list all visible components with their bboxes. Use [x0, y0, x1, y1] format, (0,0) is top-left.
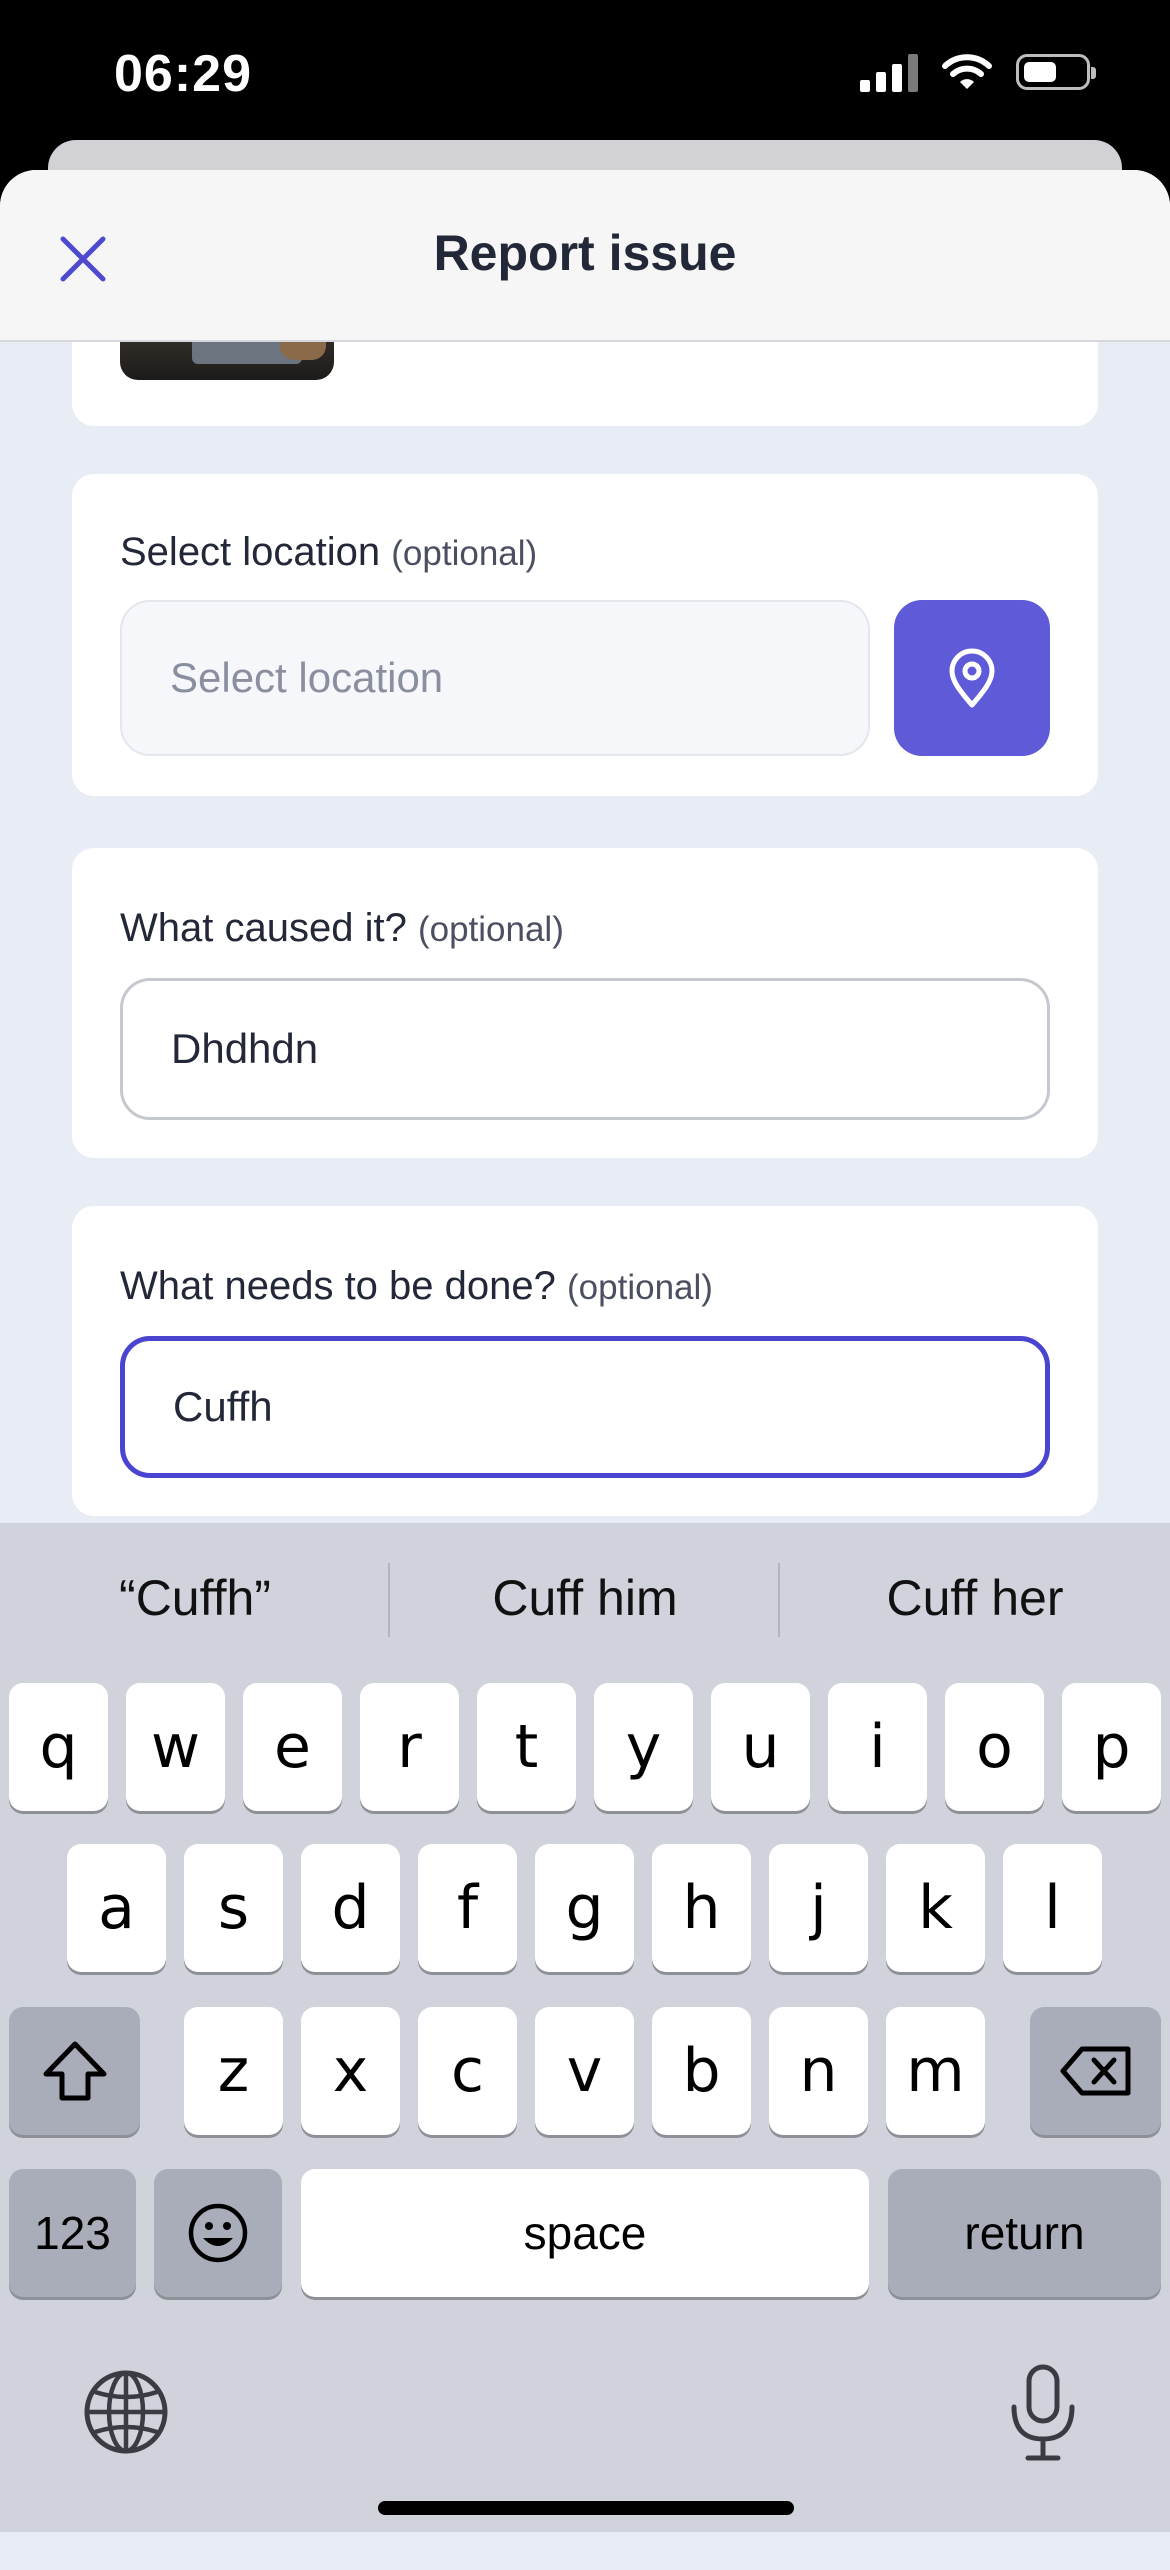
key-x[interactable]: x — [301, 2007, 400, 2135]
key-r[interactable]: r — [360, 1683, 459, 1811]
location-select[interactable]: Select location — [120, 600, 870, 756]
key-b[interactable]: b — [652, 2007, 751, 2135]
pick-location-button[interactable] — [894, 600, 1050, 756]
todo-field[interactable]: Cuffh — [120, 1336, 1050, 1478]
cellular-signal-icon — [860, 52, 918, 92]
key-k[interactable]: k — [886, 1844, 985, 1972]
key-a[interactable]: a — [67, 1844, 166, 1972]
return-key[interactable]: return — [888, 2169, 1161, 2297]
key-s[interactable]: s — [184, 1844, 283, 1972]
globe-icon[interactable] — [82, 2368, 170, 2456]
shift-key[interactable] — [9, 2007, 140, 2135]
suggestion-item[interactable]: Cuff her — [780, 1569, 1170, 1627]
todo-value: Cuffh — [173, 1383, 273, 1430]
status-time: 06:29 — [114, 45, 252, 103]
optional-hint: (optional) — [417, 910, 564, 949]
page-title: Report issue — [433, 225, 737, 281]
optional-hint: (optional) — [567, 1268, 713, 1307]
map-pin-icon — [949, 648, 995, 708]
key-h[interactable]: h — [652, 1844, 751, 1972]
key-j[interactable]: j — [769, 1844, 868, 1972]
key-p[interactable]: p — [1062, 1683, 1161, 1811]
suggestion-item[interactable]: Cuff him — [390, 1569, 780, 1627]
cause-card: What caused it? (optional) Dhdhdn — [72, 848, 1098, 1158]
optional-hint: (optional) — [391, 534, 538, 573]
microphone-icon[interactable] — [1006, 2363, 1080, 2463]
numbers-key[interactable]: 123 — [9, 2169, 136, 2297]
key-c[interactable]: c — [418, 2007, 517, 2135]
cause-field[interactable]: Dhdhdn — [120, 978, 1050, 1120]
key-g[interactable]: g — [535, 1844, 634, 1972]
location-label: Select location (optional) — [120, 530, 538, 574]
shift-arrow-icon — [43, 2041, 106, 2101]
battery-icon — [1016, 54, 1096, 90]
key-l[interactable]: l — [1003, 1844, 1102, 1972]
key-m[interactable]: m — [886, 2007, 985, 2135]
status-icons — [860, 52, 1096, 92]
key-q[interactable]: q — [9, 1683, 108, 1811]
suggestion-item[interactable]: “Cuffh” — [0, 1569, 390, 1627]
emoji-key[interactable] — [154, 2169, 282, 2297]
emoji-icon — [188, 2203, 248, 2263]
key-w[interactable]: w — [126, 1683, 225, 1811]
key-t[interactable]: t — [477, 1683, 576, 1811]
key-z[interactable]: z — [184, 2007, 283, 2135]
space-key[interactable]: space — [301, 2169, 869, 2297]
suggestion-bar: “Cuffh” Cuff him Cuff her — [0, 1523, 1170, 1673]
sheet-header: Report issue — [0, 170, 1170, 342]
wifi-icon — [942, 54, 992, 89]
status-bar: 06:29 — [0, 0, 1170, 150]
location-placeholder: Select location — [170, 654, 444, 701]
key-v[interactable]: v — [535, 2007, 634, 2135]
key-n[interactable]: n — [769, 2007, 868, 2135]
key-o[interactable]: o — [945, 1683, 1044, 1811]
key-e[interactable]: e — [243, 1683, 342, 1811]
key-u[interactable]: u — [711, 1683, 810, 1811]
backspace-key[interactable] — [1030, 2007, 1161, 2135]
home-indicator — [378, 2501, 794, 2515]
location-card: Select location (optional) Select locati… — [72, 474, 1098, 796]
cause-label: What caused it? (optional) — [120, 906, 564, 950]
backspace-icon — [1060, 2046, 1130, 2096]
key-i[interactable]: i — [828, 1683, 927, 1811]
keyboard: “Cuffh” Cuff him Cuff her q w e r t y u … — [0, 1523, 1170, 2532]
key-y[interactable]: y — [594, 1683, 693, 1811]
key-f[interactable]: f — [418, 1844, 517, 1972]
todo-card: What needs to be done? (optional) Cuffh — [72, 1206, 1098, 1516]
todo-label: What needs to be done? (optional) — [120, 1264, 713, 1308]
key-d[interactable]: d — [301, 1844, 400, 1972]
cause-value: Dhdhdn — [171, 1025, 319, 1072]
